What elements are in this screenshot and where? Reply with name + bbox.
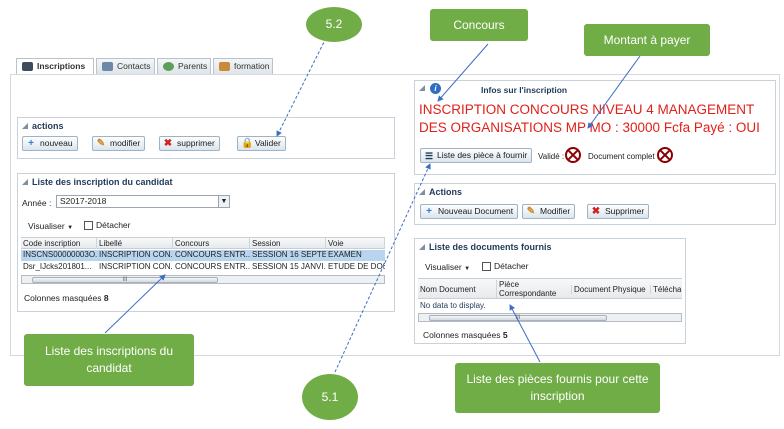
step-5-2-badge: 5.2 [306,7,362,42]
arrow-5-2 [276,37,327,137]
montant-callout: Montant à payer [584,24,710,56]
arrow-5-1 [334,163,431,373]
arrow-montant [587,55,641,129]
arrow-liste-pieces [509,304,541,363]
concours-callout: Concours [430,9,528,41]
liste-inscriptions-callout: Liste des inscriptions du candidat [24,334,194,386]
arrow-concours [437,43,489,102]
arrow-liste-inscriptions [104,274,166,334]
step-5-1-badge: 5.1 [302,374,358,420]
liste-pieces-callout: Liste des pièces fournis pour cette insc… [455,363,660,413]
